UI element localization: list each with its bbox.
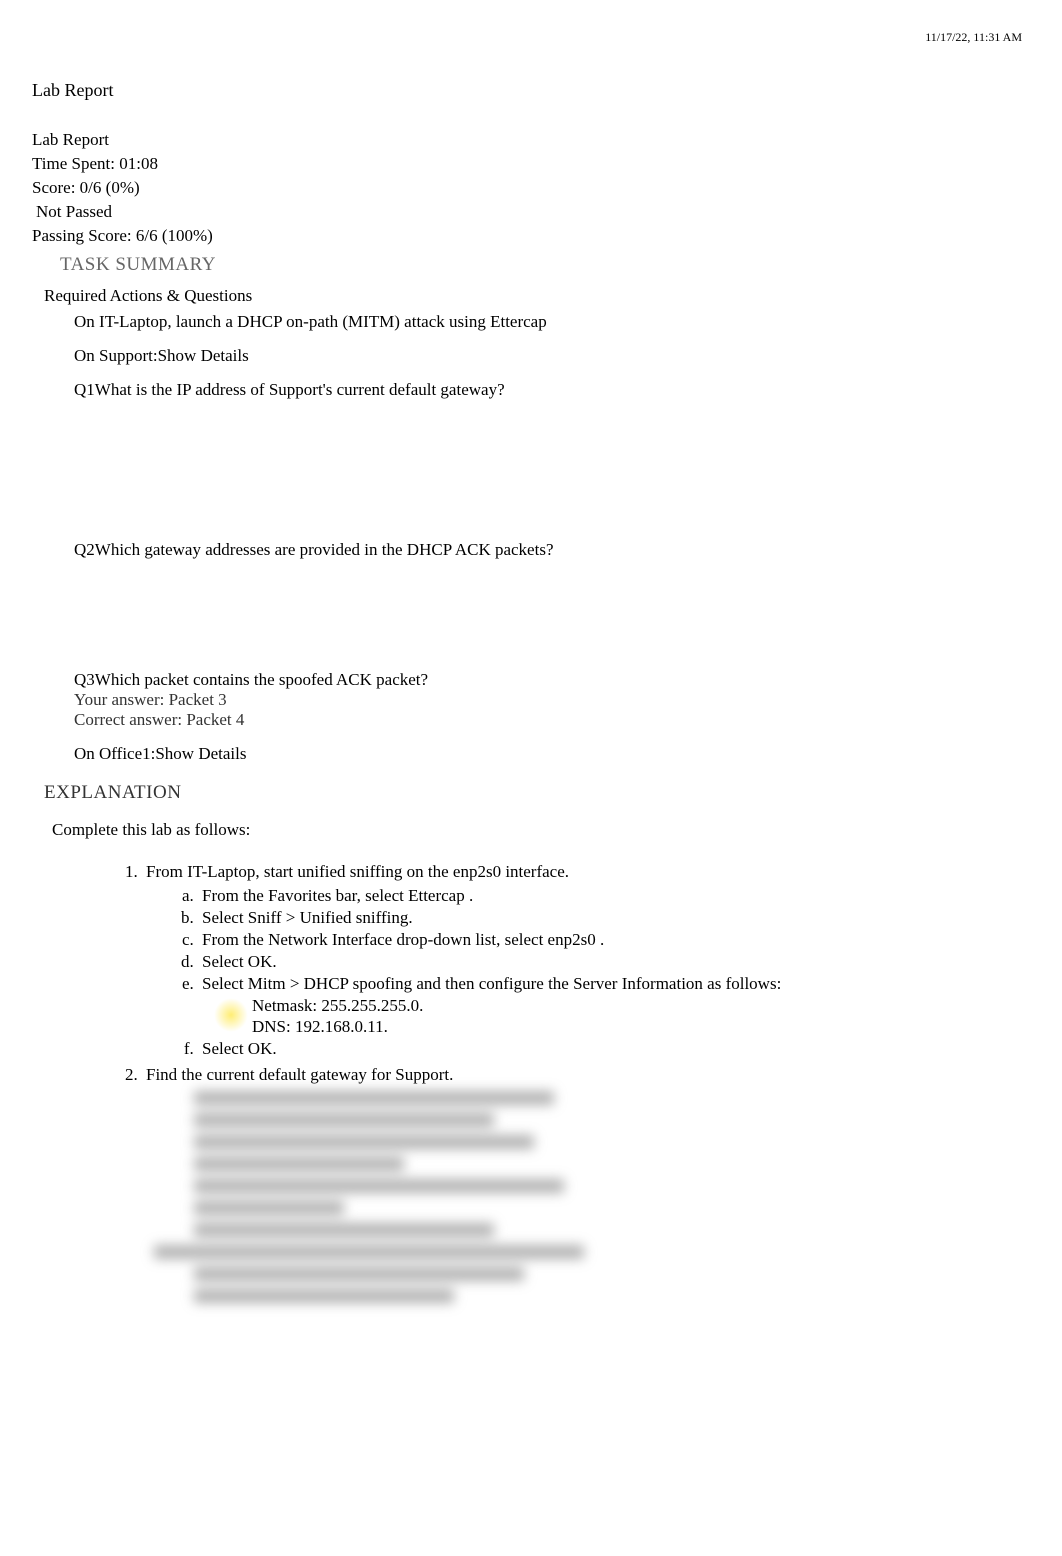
q1-label: Q1 xyxy=(74,380,95,399)
q3-text: Which packet contains the spoofed ACK pa… xyxy=(95,670,428,689)
status-badge: Not Passed xyxy=(36,201,1030,224)
q3-correct-answer: Correct answer: Packet 4 xyxy=(74,710,1030,730)
step-1b: Select Sniff > Unified sniffing. xyxy=(198,908,1030,928)
page-title: Lab Report xyxy=(32,80,1030,101)
dns-line: DNS: 192.168.0.11. xyxy=(252,1017,1030,1037)
required-actions-heading: Required Actions & Questions xyxy=(44,286,1030,306)
q1-text: What is the IP address of Support's curr… xyxy=(95,380,505,399)
step-1f: Select OK. xyxy=(198,1039,1030,1059)
meta-block: Lab Report Time Spent: 01:08 Score: 0/6 … xyxy=(32,129,1030,248)
task-summary-heading: TASK SUMMARY xyxy=(60,254,1030,276)
step-1-text: From IT-Laptop, start unified sniffing o… xyxy=(146,862,569,881)
step-1-substeps: From the Favorites bar, select Ettercap … xyxy=(198,886,1030,1059)
q3-your-answer: Your answer: Packet 3 xyxy=(74,690,1030,710)
step-1a: From the Favorites bar, select Ettercap … xyxy=(198,886,1030,906)
highlight-icon xyxy=(214,998,248,1032)
step-1d: Select OK. xyxy=(198,952,1030,972)
q2-label: Q2 xyxy=(74,540,95,559)
page-timestamp: 11/17/22, 11:31 AM xyxy=(925,30,1022,45)
step-1e-text: Select Mitm > DHCP spoofing and then con… xyxy=(202,974,781,993)
score: Score: 0/6 (0%) xyxy=(32,177,1030,200)
step-1: From IT-Laptop, start unified sniffing o… xyxy=(142,862,1030,1059)
report-label: Lab Report xyxy=(32,129,1030,152)
q3-label: Q3 xyxy=(74,670,95,689)
step-2: Find the current default gateway for Sup… xyxy=(142,1065,1030,1303)
blurred-content xyxy=(194,1091,1030,1303)
step-1e: Select Mitm > DHCP spoofing and then con… xyxy=(198,974,1030,1037)
step-1c: From the Network Interface drop-down lis… xyxy=(198,930,1030,950)
document-body: Lab Report Lab Report Time Spent: 01:08 … xyxy=(0,0,1062,1303)
question-3: Q3Which packet contains the spoofed ACK … xyxy=(74,670,1030,730)
question-1: Q1What is the IP address of Support's cu… xyxy=(74,380,1030,400)
task-item: On IT-Laptop, launch a DHCP on-path (MIT… xyxy=(74,312,1030,332)
task-item-show-details[interactable]: On Support:Show Details xyxy=(74,346,1030,366)
passing-score: Passing Score: 6/6 (100%) xyxy=(32,225,1030,248)
task-item-show-details[interactable]: On Office1:Show Details xyxy=(74,744,1030,764)
netmask-line: Netmask: 255.255.255.0. xyxy=(252,996,1030,1016)
steps-list: From IT-Laptop, start unified sniffing o… xyxy=(142,862,1030,1303)
q2-text: Which gateway addresses are provided in … xyxy=(95,540,554,559)
complete-lab-line: Complete this lab as follows: xyxy=(52,820,1030,840)
step-1e-config: Netmask: 255.255.255.0. DNS: 192.168.0.1… xyxy=(252,996,1030,1037)
task-list: On IT-Laptop, launch a DHCP on-path (MIT… xyxy=(74,312,1030,764)
time-spent: Time Spent: 01:08 xyxy=(32,153,1030,176)
explanation-heading: EXPLANATION xyxy=(44,782,1030,804)
question-2: Q2Which gateway addresses are provided i… xyxy=(74,540,1030,560)
step-2-text: Find the current default gateway for Sup… xyxy=(146,1065,453,1084)
